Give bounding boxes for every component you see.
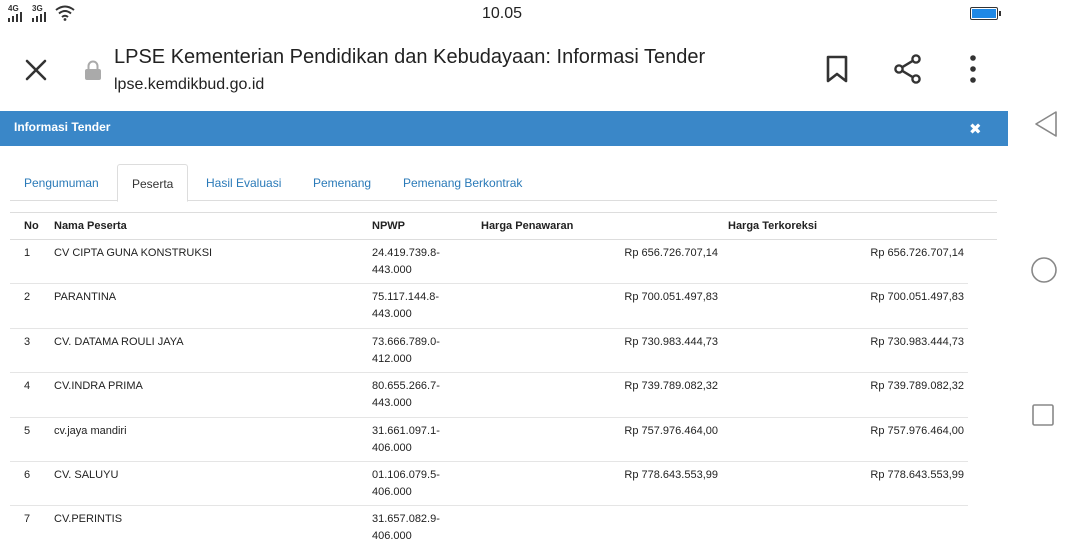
table-body: 1 CV CIPTA GUNA KONSTRUKSI Rp 656.726.707,…	[10, 240, 968, 540]
row-name: CV. SALUYU	[54, 468, 119, 481]
signal-icon	[8, 10, 22, 22]
battery-icon	[970, 7, 1001, 20]
row-harga-penawaran: Rp 739.789.082,32	[624, 380, 718, 393]
row-npwp-line: 443.000	[372, 397, 412, 410]
tab-pemenang[interactable]: Pemenang	[299, 164, 385, 201]
header-name: Nama Peserta	[54, 220, 127, 232]
close-icon[interactable]	[22, 56, 50, 84]
panel-title: Informasi Tender	[14, 120, 111, 134]
table-row: 7 CV.PERINTIS 31.657.082.9- 406.000	[10, 506, 968, 540]
table-row: 3 CV. DATAMA ROULI JAYA Rp 730.983.444,73 R…	[10, 329, 968, 374]
back-icon[interactable]	[1032, 109, 1062, 139]
row-harga-penawaran: Rp 730.983.444,73	[624, 335, 718, 348]
row-npwp: 73.666.789.0- 412.000	[372, 334, 440, 368]
row-harga-terkoreksi: Rp 656.726.707,14	[870, 247, 964, 259]
row-name: CV.PERINTIS	[54, 513, 123, 526]
row-harga-terkoreksi: Rp 730.983.444,73	[870, 335, 964, 348]
row-no: 5	[24, 424, 31, 437]
tab-bar: Pengumuman Peserta Hasil Evaluasi Pemena…	[10, 164, 997, 202]
row-harga-terkoreksi: Rp 778.643.553,99	[870, 468, 964, 481]
panel-header: Informasi Tender ✖	[0, 111, 1008, 146]
row-npwp-line: 75.117.144.8-	[372, 291, 440, 304]
row-name: PARANTINA	[54, 291, 117, 304]
custom-tab-toolbar: LPSE Kementerian Pendidikan dan Kebudaya…	[0, 28, 1008, 110]
status-bar: 4G 3G 10.05	[0, 0, 1008, 28]
row-npwp-line: 31.661.097.1-	[372, 424, 440, 437]
table-row: 5 cv.jaya mandiri Rp 757.976.464,00 Rp 757.…	[10, 418, 968, 462]
home-icon[interactable]	[1030, 256, 1058, 284]
table-row: 2 PARANTINA Rp 700.051.497,83 Rp 700.051.49…	[10, 284, 968, 329]
recents-icon[interactable]	[1032, 404, 1054, 426]
bookmark-icon[interactable]	[824, 54, 850, 84]
lock-icon	[85, 60, 101, 80]
row-npwp-line: 73.666.789.0-	[372, 335, 440, 348]
row-npwp: 80.655.266.7- 443.000	[372, 378, 440, 412]
header-koreksi: Harga Terkoreksi	[728, 220, 818, 232]
row-npwp: 31.661.097.1- 406.000	[372, 423, 440, 457]
row-harga-terkoreksi: Rp 700.051.497,83	[870, 291, 964, 304]
table-header: No Nama Peserta NPWP Harga Penawaran Har…	[10, 212, 997, 240]
page-title: LPSE Kementerian Pendidikan dan Kebudaya…	[114, 46, 706, 68]
row-harga-terkoreksi: Rp 757.976.464,00	[870, 424, 964, 437]
row-npwp-line: 443.000	[372, 308, 412, 321]
row-name: CV CIPTA GUNA KONSTRUKSI	[54, 247, 213, 259]
row-name: cv.jaya mandiri	[54, 424, 127, 437]
row-npwp-line: 406.000	[372, 530, 412, 540]
more-icon[interactable]	[960, 54, 986, 84]
tab-pemenang-berkontrak[interactable]: Pemenang Berkontrak	[389, 164, 536, 201]
table-row: 6 CV. SALUYU Rp 778.643.553,99 Rp 778.643.5…	[10, 462, 968, 507]
tab-hasil-evaluasi[interactable]: Hasil Evaluasi	[192, 164, 295, 201]
row-npwp-line: 31.657.082.9-	[372, 513, 440, 526]
row-no: 4	[24, 380, 31, 393]
row-npwp-line: 80.655.266.7-	[372, 380, 440, 393]
table-row: 4 CV.INDRA PRIMA Rp 739.789.082,32 Rp 739.7…	[10, 373, 968, 418]
row-npwp-line: 01.106.079.5-	[372, 468, 440, 481]
table-row: 1 CV CIPTA GUNA KONSTRUKSI Rp 656.726.707,…	[10, 240, 968, 285]
row-name: CV.INDRA PRIMA	[54, 380, 143, 393]
row-npwp: 31.657.082.9- 406.000	[372, 511, 440, 540]
row-npwp: 75.117.144.8- 443.000	[372, 289, 439, 323]
header-harga: Harga Penawaran	[481, 220, 574, 232]
row-npwp-line: 406.000	[372, 485, 412, 498]
row-no: 2	[24, 291, 31, 304]
row-npwp-line: 406.000	[372, 441, 412, 454]
system-nav-bar	[1008, 0, 1080, 540]
row-name: CV. DATAMA ROULI JAYA	[54, 335, 184, 348]
row-npwp: 01.106.079.5- 406.000	[372, 467, 440, 501]
row-no: 3	[24, 335, 31, 348]
row-npwp: 24.419.739.8- 443.000	[372, 245, 440, 279]
wifi-icon	[55, 5, 75, 21]
tab-pengumuman[interactable]: Pengumuman	[10, 164, 113, 201]
header-no: No	[24, 220, 39, 232]
page-url: lpse.kemdikbud.go.id	[114, 76, 265, 93]
header-npwp: NPWP	[372, 220, 405, 232]
row-harga-penawaran: Rp 778.643.553,99	[624, 468, 718, 481]
row-harga-penawaran: Rp 757.976.464,00	[624, 424, 718, 437]
signal-icon-2	[32, 10, 46, 22]
row-npwp-line: 412.000	[372, 352, 412, 365]
row-no: 7	[24, 513, 31, 526]
row-harga-penawaran: Rp 700.051.497,83	[624, 291, 718, 304]
tab-peserta[interactable]: Peserta	[117, 164, 189, 202]
row-harga-terkoreksi: Rp 739.789.082,32	[870, 380, 964, 393]
row-npwp-line: 443.000	[372, 264, 412, 276]
row-no: 1	[24, 247, 31, 259]
row-harga-penawaran: Rp 656.726.707,14	[624, 247, 718, 259]
panel-content: Pengumuman Peserta Hasil Evaluasi Pemena…	[0, 146, 1008, 540]
panel-close-button[interactable]: ✖	[969, 120, 982, 138]
clock: 10.05	[482, 5, 523, 22]
share-icon[interactable]	[892, 53, 924, 85]
row-npwp-line: 24.419.739.8-	[372, 247, 440, 259]
row-no: 6	[24, 468, 31, 481]
